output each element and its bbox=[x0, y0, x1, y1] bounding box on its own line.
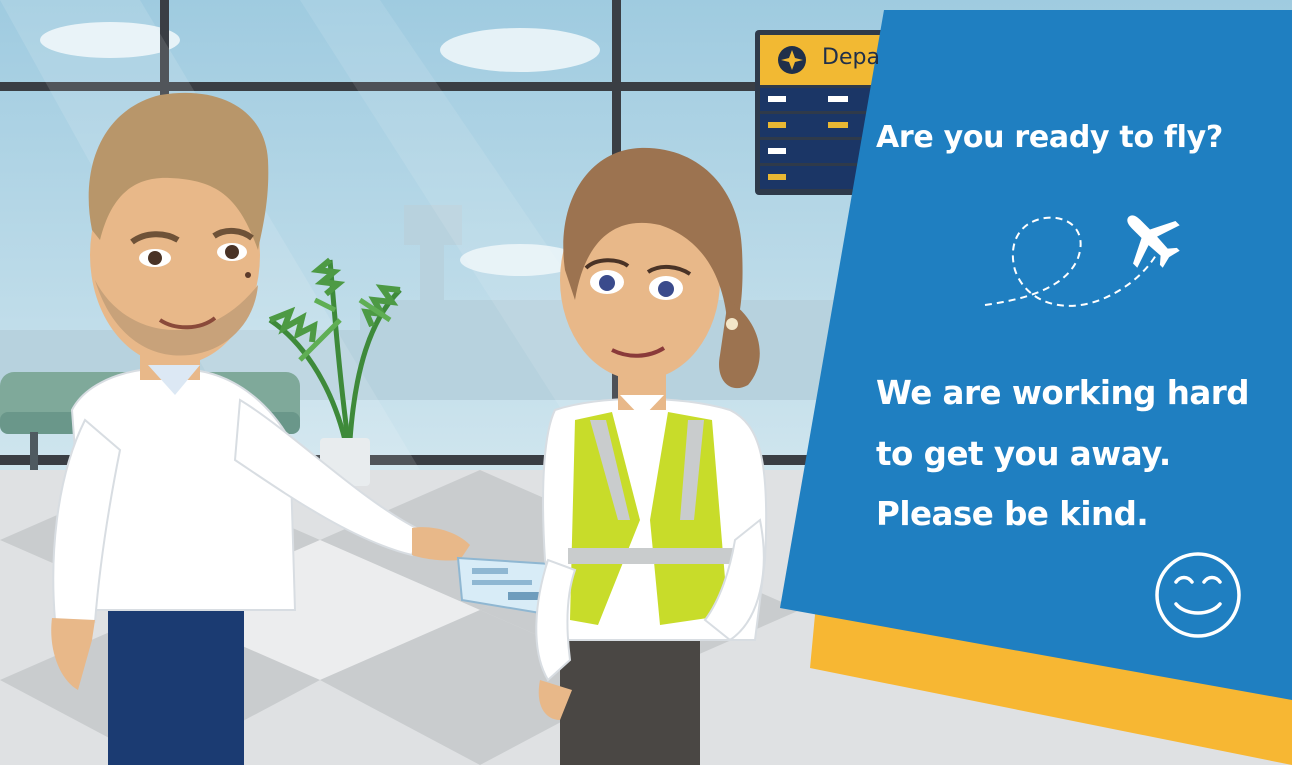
airport-illustration: Depa Are you ready to fly? We are workin… bbox=[0, 0, 1292, 765]
banner-headline: Are you ready to fly? bbox=[876, 120, 1224, 155]
departures-board-title: Depa bbox=[822, 45, 880, 70]
banner-message-line-1: We are working hard bbox=[876, 374, 1250, 412]
banner-message-line-2: to get you away. bbox=[876, 435, 1171, 473]
banner-message-line-3: Please be kind. bbox=[876, 495, 1149, 533]
